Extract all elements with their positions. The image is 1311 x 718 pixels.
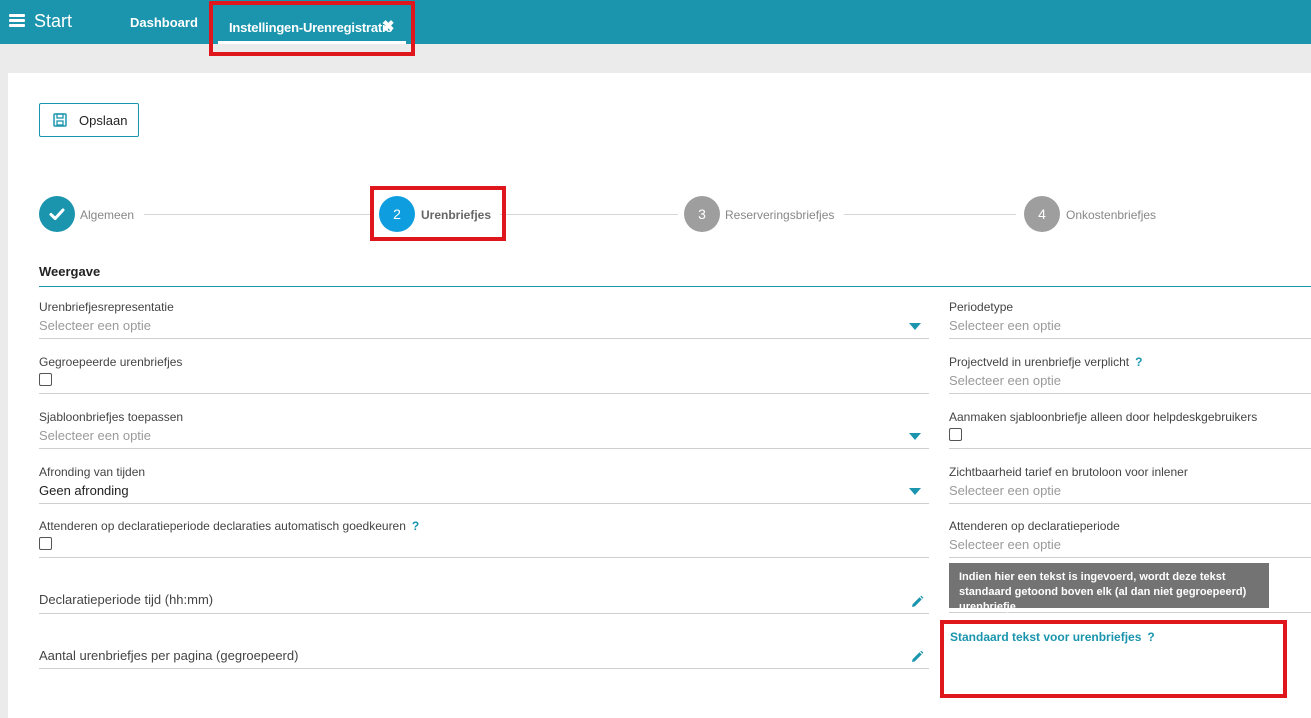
select-value[interactable]: Selecteer een optie — [949, 537, 1061, 552]
step-3-circle[interactable]: 3 — [684, 196, 720, 232]
highlight-box-standaard-tekst — [940, 620, 1287, 698]
hamburger-menu-icon[interactable] — [9, 14, 25, 27]
select-value[interactable]: Selecteer een optie — [949, 483, 1061, 498]
section-title: Weergave — [39, 264, 101, 279]
save-button-label: Opslaan — [79, 113, 128, 128]
attenderen-goedkeuren-checkbox[interactable] — [39, 537, 52, 550]
field-label: Urenbriefjesrepresentatie — [39, 300, 174, 314]
highlight-box-active-step — [370, 186, 506, 241]
field-aanmaken-sjabloonbriefje: Aanmaken sjabloonbriefje alleen door hel… — [949, 410, 1311, 449]
step-4-label[interactable]: Onkostenbriefjes — [1066, 208, 1156, 222]
field-periodetype[interactable]: Periodetype Selecteer een optie — [949, 300, 1311, 339]
field-label: Attenderen op declaratieperiode declarat… — [39, 519, 419, 533]
field-label: Afronding van tijden — [39, 465, 146, 479]
select-value[interactable]: Selecteer een optie — [949, 373, 1061, 388]
dropdown-caret-icon[interactable] — [909, 433, 921, 440]
field-label: Zichtbaarheid tarief en brutoloon voor i… — [949, 465, 1188, 479]
field-projectveld-verplicht[interactable]: Projectveld in urenbriefje verplicht? Se… — [949, 355, 1311, 394]
section-divider — [39, 286, 1311, 287]
field-sjabloonbriefjes-toepassen[interactable]: Sjabloonbriefjes toepassen Selecteer een… — [39, 410, 929, 449]
select-value[interactable]: Geen afronding — [39, 483, 129, 498]
dropdown-caret-icon[interactable] — [909, 323, 921, 330]
field-label-text: Attenderen op declaratieperiode declarat… — [39, 519, 406, 533]
gegroepeerde-checkbox[interactable] — [39, 373, 52, 386]
field-label: Declaratieperiode tijd (hh:mm) — [39, 592, 214, 607]
floppy-disk-icon — [53, 113, 67, 127]
stepper-connector — [144, 214, 374, 215]
field-zichtbaarheid-tarief[interactable]: Zichtbaarheid tarief en brutoloon voor i… — [949, 465, 1311, 504]
field-label: Projectveld in urenbriefje verplicht? — [949, 355, 1142, 369]
field-label: Attenderen op declaratieperiode — [949, 519, 1120, 533]
help-icon[interactable]: ? — [412, 519, 419, 533]
help-tooltip: Indien hier een tekst is ingevoerd, word… — [949, 563, 1269, 613]
field-gegroepeerde-urenbriefjes: Gegroepeerde urenbriefjes — [39, 355, 929, 394]
select-value[interactable]: Selecteer een optie — [39, 318, 151, 333]
field-declaratieperiode-tijd[interactable]: Declaratieperiode tijd (hh:mm) — [39, 574, 929, 614]
checkmark-icon — [49, 208, 65, 220]
step-1-label[interactable]: Algemeen — [80, 208, 134, 222]
pencil-edit-icon[interactable] — [910, 595, 924, 609]
field-aantal-urenbriefjes-per-pagina[interactable]: Aantal urenbriefjes per pagina (gegroepe… — [39, 629, 929, 669]
field-label: Aantal urenbriefjes per pagina (gegroepe… — [39, 648, 299, 663]
step-4-circle[interactable]: 4 — [1024, 196, 1060, 232]
select-value[interactable]: Selecteer een optie — [39, 428, 151, 443]
aanmaken-sjabloon-checkbox[interactable] — [949, 428, 962, 441]
stepper-connector — [844, 214, 1016, 215]
help-icon[interactable]: ? — [1135, 355, 1142, 369]
field-attenderen-declaratieperiode[interactable]: Attenderen op declaratieperiode Selectee… — [949, 519, 1311, 558]
stepper-connector — [500, 214, 678, 215]
field-label: Aanmaken sjabloonbriefje alleen door hel… — [949, 410, 1258, 424]
step-3-label[interactable]: Reserveringsbriefjes — [725, 208, 834, 222]
top-navigation-bar: Start Dashboard Instellingen-Urenregistr… — [0, 0, 1311, 44]
pencil-edit-icon[interactable] — [910, 650, 924, 664]
field-label: Periodetype — [949, 300, 1014, 314]
field-label: Sjabloonbriefjes toepassen — [39, 410, 184, 424]
dropdown-caret-icon[interactable] — [909, 488, 921, 495]
select-value[interactable]: Selecteer een optie — [949, 318, 1061, 333]
field-label-text: Projectveld in urenbriefje verplicht — [949, 355, 1130, 369]
tab-dashboard[interactable]: Dashboard — [130, 15, 198, 30]
field-label: Gegroepeerde urenbriefjes — [39, 355, 183, 369]
start-label[interactable]: Start — [34, 11, 72, 32]
highlight-box-active-tab — [209, 1, 415, 56]
field-attenderen-goedkeuren: Attenderen op declaratieperiode declarat… — [39, 519, 929, 558]
step-1-done-circle[interactable] — [39, 196, 75, 232]
field-afronding-van-tijden[interactable]: Afronding van tijden Geen afronding — [39, 465, 929, 504]
field-urenbriefjesrepresentatie[interactable]: Urenbriefjesrepresentatie Selecteer een … — [39, 300, 929, 339]
save-button[interactable]: Opslaan — [39, 103, 139, 137]
